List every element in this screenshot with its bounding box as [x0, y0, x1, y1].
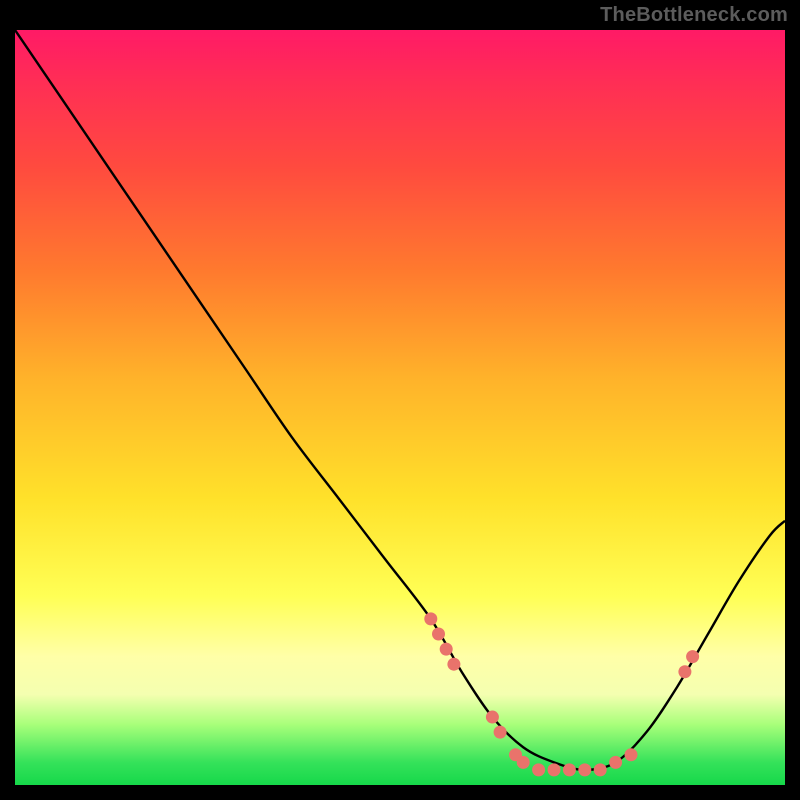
marker-dot: [625, 748, 638, 761]
marker-dot: [440, 643, 453, 656]
marker-dot: [563, 763, 576, 776]
curve-layer: [15, 30, 785, 785]
marker-dot: [594, 763, 607, 776]
watermark-text: TheBottleneck.com: [600, 4, 788, 27]
marker-dot: [609, 756, 622, 769]
plot-area: [15, 30, 785, 785]
marker-dot: [517, 756, 530, 769]
marker-dot: [548, 763, 561, 776]
chart-stage: TheBottleneck.com: [0, 0, 800, 800]
marker-dot: [424, 612, 437, 625]
marker-dot: [578, 763, 591, 776]
marker-dot: [486, 711, 499, 724]
marker-dot: [494, 726, 507, 739]
marker-dot: [686, 650, 699, 663]
marker-layer: [424, 612, 699, 776]
bottleneck-curve: [15, 30, 785, 770]
marker-dot: [532, 763, 545, 776]
marker-dot: [432, 628, 445, 641]
marker-dot: [678, 665, 691, 678]
marker-dot: [447, 658, 460, 671]
